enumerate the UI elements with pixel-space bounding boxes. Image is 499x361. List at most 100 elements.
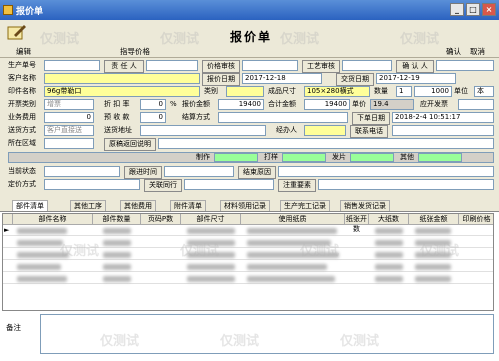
delivery-date-field[interactable]: 2017-12-19 [376, 73, 456, 84]
cancel-button[interactable]: 取消 [470, 46, 485, 57]
title-bar: 报价单 _ □ × [0, 0, 499, 20]
other-label: 其他 [400, 153, 414, 161]
prod-no-label: 生产单号 [8, 61, 36, 69]
table-row[interactable]: ► [3, 226, 493, 236]
biz-fee-field[interactable]: 0 [44, 112, 94, 123]
proof-label: 打样 [264, 153, 278, 161]
col-paper-cut[interactable]: 纸张开数 [345, 214, 369, 233]
close-button[interactable]: × [482, 3, 496, 16]
note-field[interactable] [318, 179, 494, 190]
quote-date-label: 报价日期 [202, 73, 240, 86]
ship-select[interactable]: 客户直接送 [44, 125, 94, 136]
contact-field[interactable] [392, 125, 494, 136]
status-label: 当前状态 [8, 167, 36, 175]
responsible-label: 责 任 人 [104, 60, 144, 73]
col-print-price[interactable]: 印刷价格 [459, 214, 493, 225]
minimize-button[interactable]: _ [450, 3, 464, 16]
table-row[interactable] [3, 238, 493, 248]
invoice-type-label: 开票类别 [8, 100, 36, 108]
settle-select[interactable] [218, 112, 348, 123]
discount-field[interactable]: 0 [140, 99, 166, 110]
table-row[interactable] [3, 262, 493, 272]
menu-guide-price[interactable]: 指导价格 [120, 46, 150, 57]
print-name-field[interactable]: 96g带勒口 [44, 86, 200, 97]
cell-redacted [415, 276, 451, 282]
ship-addr-field[interactable] [140, 125, 266, 136]
tab-other-fees[interactable]: 其他费用 [120, 200, 156, 211]
tab-parts[interactable]: 部件清单 [12, 200, 48, 211]
ship-addr-label: 送货地址 [104, 126, 132, 134]
film-field[interactable] [350, 153, 394, 162]
category-field[interactable] [226, 86, 264, 97]
tab-attachments[interactable]: 附件清单 [170, 200, 206, 211]
parts-table[interactable]: 部件名称 部件数量 页码P数 部件尺寸 使用纸质 纸张开数 大纸数 纸张金额 印… [2, 213, 494, 311]
cell-redacted [17, 264, 61, 270]
receivable-field[interactable] [458, 99, 494, 110]
memo-field[interactable] [40, 314, 494, 354]
customer-label: 客户名称 [8, 74, 36, 82]
cell-redacted [375, 252, 403, 258]
cell-redacted [415, 264, 451, 270]
cell-redacted [103, 252, 131, 258]
confirm-person-field[interactable] [436, 60, 494, 71]
product-size-label: 成品尺寸 [268, 87, 296, 95]
invoice-type-select[interactable]: 增票 [44, 99, 94, 110]
unit-field[interactable]: 本 [474, 86, 494, 97]
prod-no-field[interactable] [44, 60, 100, 71]
cell-redacted [415, 252, 451, 258]
pricing-select[interactable] [44, 179, 140, 190]
product-size-field[interactable]: 105×280横式 [304, 86, 370, 97]
close-reason-field[interactable] [278, 166, 494, 177]
order-date-label: 下单日期 [352, 112, 390, 125]
table-row[interactable] [3, 274, 493, 284]
col-paper-type[interactable]: 使用纸质 [241, 214, 345, 225]
col-part-qty[interactable]: 部件数量 [93, 214, 141, 225]
col-part-name[interactable]: 部件名称 [13, 214, 93, 225]
responsible-field[interactable] [146, 60, 198, 71]
col-page-count[interactable]: 页码P数 [141, 214, 181, 225]
related-label: 关联同行 [144, 179, 182, 192]
other-field[interactable] [418, 153, 462, 162]
tab-production-records[interactable]: 生产完工记录 [280, 200, 330, 211]
menu-edit[interactable]: 编辑 [16, 46, 31, 57]
pre-receive-field[interactable]: 0 [140, 112, 166, 123]
pricing-label: 定价方式 [8, 180, 36, 188]
settle-label: 结算方式 [182, 113, 210, 121]
price-audit-field[interactable] [242, 60, 298, 71]
status-select[interactable] [44, 166, 120, 177]
manuscript-field[interactable] [158, 138, 494, 149]
followup-field[interactable] [164, 166, 234, 177]
cell-redacted [375, 276, 403, 282]
col-part-size[interactable]: 部件尺寸 [181, 214, 241, 225]
cell-redacted [103, 240, 131, 246]
craft-audit-field[interactable] [342, 60, 392, 71]
related-field[interactable] [184, 179, 274, 190]
tab-material-records[interactable]: 材料领用记录 [220, 200, 270, 211]
qty-label: 数量 [374, 87, 388, 95]
typeset-field[interactable] [214, 153, 258, 162]
table-row[interactable] [3, 250, 493, 260]
unit-price-field[interactable]: 19.4 [370, 99, 414, 110]
contact-label: 联系电话 [350, 125, 388, 138]
cell-redacted [17, 276, 67, 282]
maximize-button[interactable]: □ [466, 3, 480, 16]
customer-field[interactable] [44, 73, 200, 84]
tab-shipping-records[interactable]: 销售发货记录 [340, 200, 390, 211]
col-paper-amount[interactable]: 纸张金额 [409, 214, 459, 225]
cell-redacted [247, 276, 335, 282]
total-amount-field[interactable]: 19400 [304, 99, 350, 110]
window-title: 报价单 [16, 7, 44, 17]
quote-date-field[interactable]: 2017-12-18 [242, 73, 322, 84]
handler-field[interactable] [304, 125, 346, 136]
confirm-button[interactable]: 确认 [446, 46, 461, 57]
tab-other-process[interactable]: 其他工序 [70, 200, 106, 211]
edit-pencil-icon[interactable] [6, 23, 28, 41]
quote-amount-field[interactable]: 19400 [218, 99, 264, 110]
qty-field[interactable]: 1 [396, 86, 412, 97]
proof-field[interactable] [282, 153, 326, 162]
col-big-sheets[interactable]: 大纸数 [369, 214, 409, 225]
region-field[interactable] [44, 138, 94, 149]
cell-redacted [375, 228, 403, 234]
order-date-field[interactable]: 2018-2-4 10:51:17 [392, 112, 494, 123]
unit-count-field[interactable]: 1000 [414, 86, 452, 97]
